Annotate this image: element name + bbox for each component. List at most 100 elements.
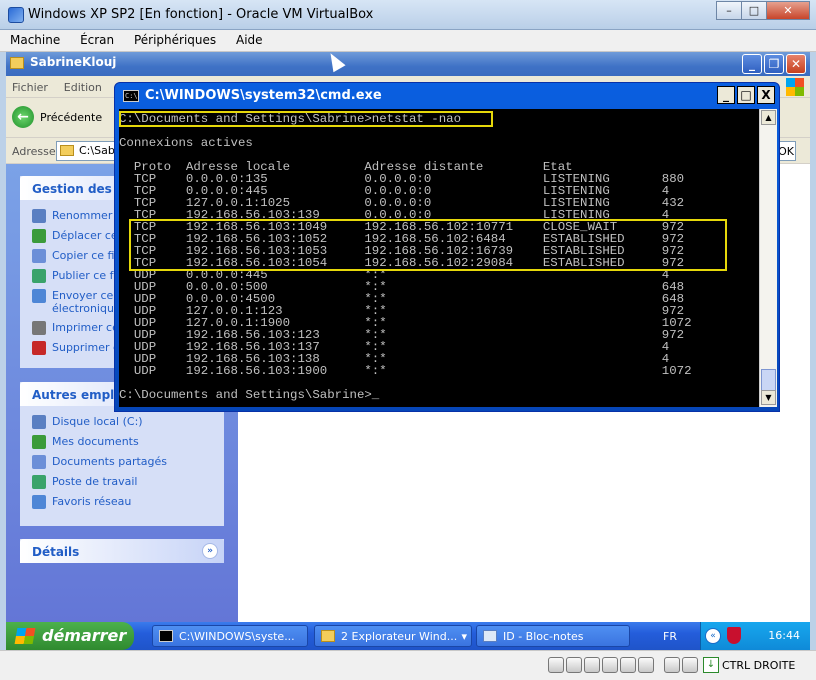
vbox-status-bar: ↓ CTRL DROITE [0,650,816,680]
console-line: UDP 192.168.56.103:1900 *:* 1072 [119,364,692,378]
guest-screen[interactable]: SabrineKlouj _ ❐ ✕ Fichier Edition ← Pré… [6,52,810,648]
tray-expand-icon[interactable]: « [705,628,721,644]
task-item-label: Renommer [52,209,113,222]
back-button-label: Précédente [40,110,103,124]
cmd-maximize-button[interactable]: □ [737,86,755,104]
cd-icon[interactable] [566,657,582,673]
task-item-label: Imprimer ce [52,321,119,334]
task-item[interactable]: Mes documents [20,432,224,452]
computer-icon [32,475,46,489]
folder-icon [10,57,24,69]
command-highlight [119,111,493,127]
task-item-label: Déplacer ce [52,229,118,242]
host-close-button[interactable]: ✕ [766,1,810,20]
address-value: C:\Sab [79,144,115,157]
print-icon [32,321,46,335]
cmd-window[interactable]: C:\ C:\WINDOWS\system32\cmd.exe _ □ X C:… [114,82,780,412]
address-label: Adresse [12,145,56,158]
chevron-down-icon[interactable]: » [202,543,218,559]
shared-folder-icon[interactable] [620,657,636,673]
menu-machine[interactable]: Machine [0,30,66,47]
start-label: démarrer [42,626,127,645]
explorer-maximize-button[interactable]: ❐ [764,54,784,74]
menu-fichier[interactable]: Fichier [6,76,54,94]
delete-icon [32,341,46,355]
details-header[interactable]: Détails » [20,539,224,563]
cmd-icon [159,630,173,642]
cmd-close-button[interactable]: X [757,86,775,104]
taskbar-button-cmd[interactable]: C:\WINDOWS\syste... [152,625,308,647]
language-indicator[interactable]: FR [663,630,677,643]
task-item-label: Poste de travail [52,475,138,488]
host-menu-bar: Machine Écran Périphériques Aide [0,30,816,52]
folder-icon [321,630,335,642]
task-item-label: Mes documents [52,435,139,448]
mouse-integration-icon[interactable] [682,657,698,673]
menu-peripheriques[interactable]: Périphériques [124,30,222,47]
notepad-icon [483,630,497,642]
network-icon [32,495,46,509]
back-arrow-icon: ← [12,106,34,128]
chevron-down-icon: ▾ [461,630,467,643]
taskbar: démarrer C:\WINDOWS\syste... 2 Explorate… [6,622,810,650]
taskbar-button-notepad[interactable]: ID - Bloc-notes [476,625,630,647]
virtualbox-icon [8,7,24,23]
scroll-thumb[interactable] [761,369,776,391]
task-item-label: Documents partagés [52,455,167,468]
task-item[interactable]: Disque local (C:) [20,412,224,432]
task-item[interactable]: Poste de travail [20,472,224,492]
windows-logo-icon [786,78,804,96]
clock: 16:44 [768,629,800,642]
start-button[interactable]: démarrer [6,622,134,650]
task-item[interactable]: Favoris réseau [20,492,224,512]
folder-icon [32,435,46,449]
display-icon[interactable] [638,657,654,673]
task-item-label: Disque local (C:) [52,415,143,428]
explorer-title-bar[interactable]: SabrineKlouj _ ❐ ✕ [6,52,810,76]
network-icon[interactable] [602,657,618,673]
host-key-label: CTRL DROITE [722,659,796,672]
scroll-down-icon[interactable]: ▼ [761,390,776,405]
move-icon [32,229,46,243]
cmd-title-bar[interactable]: C:\ C:\WINDOWS\system32\cmd.exe _ □ X [115,83,779,109]
explorer-minimize-button[interactable]: _ [742,54,762,74]
menu-aide[interactable]: Aide [226,30,269,47]
taskbar-button-label: 2 Explorateur Wind... [341,630,458,643]
publish-icon [32,269,46,283]
taskbar-button-label: ID - Bloc-notes [503,630,584,643]
task-item-label: Envoyer ce électronique [52,289,121,315]
console-line: Connexions actives [119,136,253,150]
connections-highlight [129,219,727,271]
explorer-close-button[interactable]: ✕ [786,54,806,74]
scroll-up-icon[interactable]: ▲ [761,110,776,125]
cmd-icon: C:\ [123,90,139,102]
security-shield-icon[interactable] [727,627,741,644]
task-item[interactable]: Documents partagés [20,452,224,472]
details-panel: Détails » [20,539,224,563]
menu-ecran[interactable]: Écran [70,30,120,47]
drive-icon [32,415,46,429]
console-output[interactable]: C:\Documents and Settings\Sabrine>netsta… [119,109,759,407]
host-maximize-button[interactable]: □ [741,1,767,20]
host-title-bar: Windows XP SP2 [En fonction] - Oracle VM… [0,0,816,30]
task-item-label: Favoris réseau [52,495,132,508]
back-button[interactable]: ← Précédente [12,106,102,128]
host-minimize-button[interactable]: – [716,1,742,20]
cmd-scrollbar[interactable]: ▲ ▼ [759,109,777,407]
capture-icon[interactable] [664,657,680,673]
go-button[interactable]: OK [778,145,794,158]
folder-icon [60,145,74,156]
hard-disk-icon[interactable] [548,657,564,673]
system-tray: FR « 16:44 [663,622,810,650]
cmd-title: C:\WINDOWS\system32\cmd.exe [145,88,382,103]
task-item-label: Supprimer c [52,341,120,354]
task-item-label: Publier ce f [52,269,114,282]
menu-edition[interactable]: Edition [58,76,108,94]
email-icon [32,289,46,303]
windows-logo-icon [14,628,36,644]
cmd-minimize-button[interactable]: _ [717,86,735,104]
pen-icon[interactable] [584,657,600,673]
details-label: Détails [32,545,80,559]
task-item-label: Copier ce fi [52,249,115,262]
taskbar-button-explorer[interactable]: 2 Explorateur Wind... ▾ [314,625,472,647]
